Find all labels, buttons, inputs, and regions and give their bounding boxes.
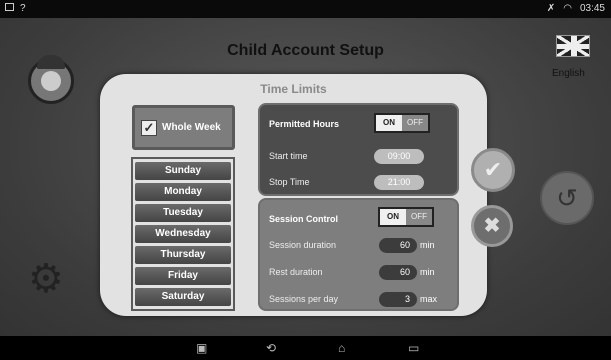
day-saturday[interactable]: Saturday <box>135 288 231 306</box>
whole-week-label: Whole Week <box>162 122 221 133</box>
globe-settings-icon[interactable]: ⚙ <box>28 256 88 306</box>
session-duration-field[interactable]: 60 <box>379 238 417 253</box>
session-control-panel: Session Control ON OFF Session duration … <box>258 198 459 311</box>
day-list: Sunday Monday Tuesday Wednesday Thursday… <box>131 157 235 311</box>
sessions-per-day-unit: max <box>420 294 438 304</box>
permitted-hours-label: Permitted Hours <box>269 119 340 129</box>
whole-week-button[interactable]: ✓ Whole Week <box>132 105 235 150</box>
app-screen: Child Account Setup English ↺ ⚙ Time Lim… <box>0 18 611 336</box>
time-limits-dialog: Time Limits ✓ Whole Week Sunday Monday T… <box>100 74 515 316</box>
wifi-icon: ◠ <box>563 3 572 14</box>
toggle-on-label: ON <box>380 209 406 225</box>
session-control-label: Session Control <box>269 214 339 224</box>
recents-icon[interactable]: ▭ <box>408 341 419 355</box>
session-duration-label: Session duration <box>269 240 337 250</box>
toggle-on-label: ON <box>376 115 402 131</box>
start-time-label: Start time <box>269 151 308 161</box>
gallery-icon <box>5 3 14 11</box>
signal-icon: ✗ <box>546 3 556 14</box>
stop-time-field[interactable]: 21:00 <box>374 175 424 190</box>
check-icon[interactable]: ✓ <box>141 119 157 136</box>
rest-duration-field[interactable]: 60 <box>379 265 417 280</box>
cancel-button[interactable]: ✖ <box>471 205 513 247</box>
permitted-hours-toggle[interactable]: ON OFF <box>374 113 430 133</box>
avatar-face-icon <box>41 71 61 91</box>
start-time-field[interactable]: 09:00 <box>374 149 424 164</box>
session-control-toggle[interactable]: ON OFF <box>378 207 434 227</box>
day-tuesday[interactable]: Tuesday <box>135 204 231 222</box>
day-thursday[interactable]: Thursday <box>135 246 231 264</box>
child-avatar[interactable] <box>28 55 74 104</box>
toggle-off-label: OFF <box>402 115 428 131</box>
rest-duration-unit: min <box>420 267 435 277</box>
sessions-per-day-field[interactable]: 3 <box>379 292 417 307</box>
back-nav-icon[interactable]: ⟲ <box>266 341 276 355</box>
day-monday[interactable]: Monday <box>135 183 231 201</box>
status-bar: ? ✗ ◠ 03:45 <box>0 0 611 18</box>
navigation-bar: ▣ ⟲ ⌂ ▭ <box>0 336 611 360</box>
permitted-hours-panel: Permitted Hours ON OFF Start time 09:00 … <box>258 103 459 196</box>
back-button[interactable]: ↺ <box>540 171 594 225</box>
dialog-title: Time Limits <box>260 82 327 96</box>
status-time: 03:45 <box>579 3 605 14</box>
day-sunday[interactable]: Sunday <box>135 162 231 180</box>
language-label[interactable]: English <box>552 68 585 79</box>
home-icon[interactable]: ⌂ <box>338 341 345 355</box>
question-icon: ? <box>20 3 26 14</box>
screenshot-icon[interactable]: ▣ <box>196 341 207 355</box>
stop-time-label: Stop Time <box>269 177 310 187</box>
toggle-off-label: OFF <box>406 209 432 225</box>
rest-duration-label: Rest duration <box>269 267 323 277</box>
uk-flag-icon[interactable] <box>556 35 590 57</box>
sessions-per-day-label: Sessions per day <box>269 294 339 304</box>
confirm-button[interactable]: ✔ <box>471 148 515 192</box>
day-wednesday[interactable]: Wednesday <box>135 225 231 243</box>
day-friday[interactable]: Friday <box>135 267 231 285</box>
session-duration-unit: min <box>420 240 435 250</box>
page-title: Child Account Setup <box>227 42 384 59</box>
